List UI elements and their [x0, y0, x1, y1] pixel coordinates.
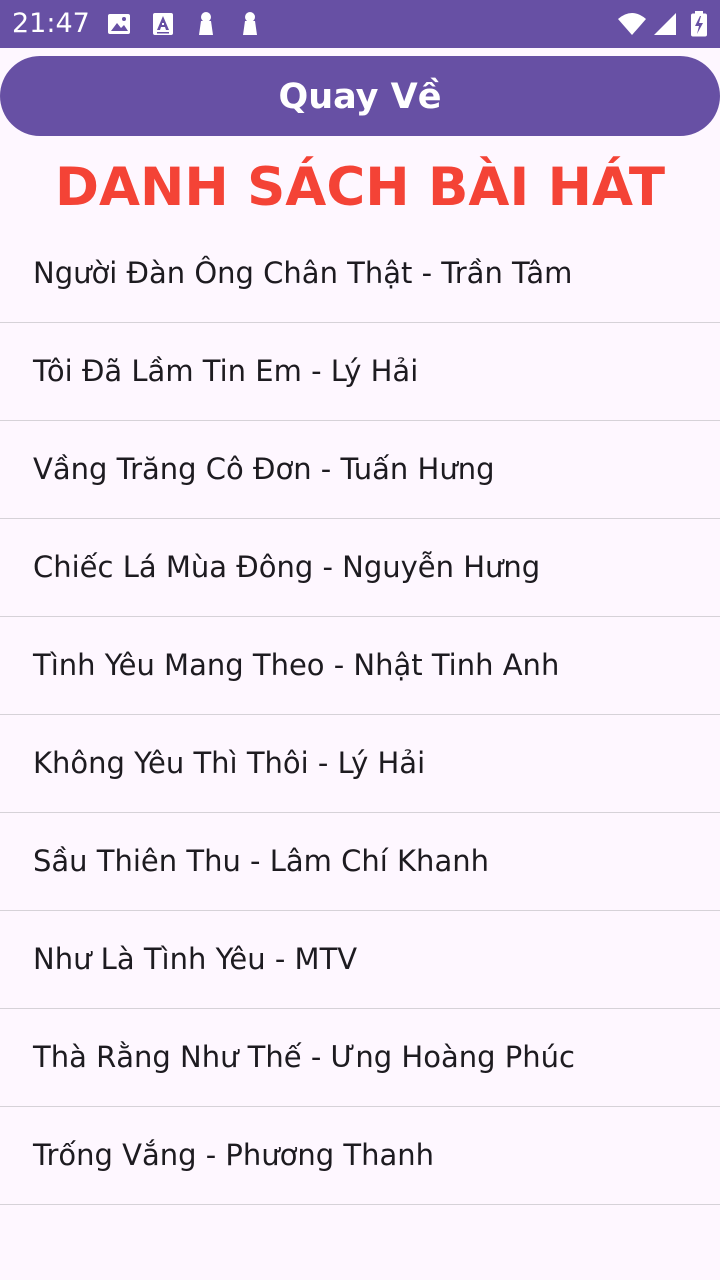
song-list-item[interactable]: Như Là Tình Yêu - MTV — [0, 911, 720, 1009]
signal-icon — [653, 11, 677, 37]
song-list-item[interactable]: Trống Vắng - Phương Thanh — [0, 1107, 720, 1205]
song-list-item[interactable]: Tình Yêu Mang Theo - Nhật Tinh Anh — [0, 617, 720, 715]
text-a-icon — [152, 11, 174, 37]
pin-icon — [197, 11, 215, 37]
song-list-item[interactable]: Vầng Trăng Cô Đơn - Tuấn Hưng — [0, 421, 720, 519]
wifi-icon — [617, 11, 647, 37]
back-button[interactable]: Quay Về — [0, 56, 720, 136]
page-title: DANH SÁCH BÀI HÁT — [54, 157, 666, 218]
song-list-item[interactable]: Tôi Đã Lầm Tin Em - Lý Hải — [0, 323, 720, 421]
status-time: 21:47 — [12, 8, 90, 39]
song-list-item[interactable]: Không Yêu Thì Thôi - Lý Hải — [0, 715, 720, 813]
song-list-item[interactable]: Chiếc Lá Mùa Đông - Nguyễn Hưng — [0, 519, 720, 617]
battery-charging-icon — [690, 11, 708, 37]
song-list-item[interactable]: Sầu Thiên Thu - Lâm Chí Khanh — [0, 813, 720, 911]
image-icon — [107, 11, 131, 37]
song-list: Người Đàn Ông Chân Thật - Trần Tâm Tôi Đ… — [0, 225, 720, 1205]
pin-icon — [241, 11, 259, 37]
song-list-item[interactable]: Người Đàn Ông Chân Thật - Trần Tâm — [0, 225, 720, 323]
song-list-item[interactable]: Thà Rằng Như Thế - Ưng Hoàng Phúc — [0, 1009, 720, 1107]
status-bar: 21:47 — [0, 0, 720, 48]
